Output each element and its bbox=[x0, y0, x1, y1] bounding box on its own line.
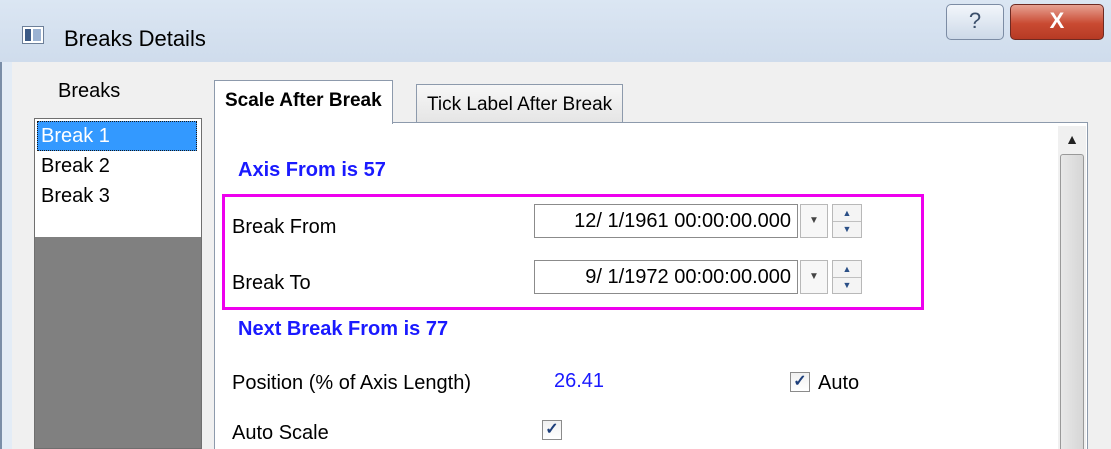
scroll-up-arrow-icon[interactable]: ▲ bbox=[1058, 126, 1086, 152]
close-button[interactable]: X bbox=[1010, 4, 1104, 40]
position-label: Position (% of Axis Length) bbox=[232, 372, 472, 394]
breaks-list[interactable]: Break 1 Break 2 Break 3 bbox=[34, 118, 202, 449]
tab-tick-label-after-break[interactable]: Tick Label After Break bbox=[416, 84, 624, 124]
tab-scale-after-break[interactable]: Scale After Break bbox=[214, 80, 393, 124]
auto-scale-label: Auto Scale bbox=[232, 422, 329, 444]
window-icon bbox=[22, 26, 44, 44]
breaks-header: Breaks bbox=[58, 80, 121, 102]
highlight-box bbox=[222, 194, 924, 310]
title-bar[interactable]: Breaks Details ? X bbox=[0, 0, 1111, 62]
axis-from-info: Axis From is 57 bbox=[238, 159, 386, 181]
list-item-break-3[interactable]: Break 3 bbox=[37, 181, 197, 211]
scrollbar-thumb[interactable] bbox=[1060, 154, 1084, 449]
auto-position-checkbox[interactable]: ✓ bbox=[790, 372, 810, 392]
window-border bbox=[0, 0, 2, 449]
list-item-break-2[interactable]: Break 2 bbox=[37, 151, 197, 181]
help-button[interactable]: ? bbox=[946, 4, 1004, 40]
dialog-window: Breaks Details ? X Breaks Break 1 Break … bbox=[0, 0, 1111, 449]
list-item-break-1[interactable]: Break 1 bbox=[37, 121, 197, 151]
window-title: Breaks Details bbox=[64, 26, 206, 51]
next-break-from-info: Next Break From is 77 bbox=[238, 318, 449, 340]
auto-scale-checkbox[interactable]: ✓ bbox=[542, 420, 562, 440]
position-value[interactable]: 26.41 bbox=[554, 370, 604, 393]
auto-position-label: Auto bbox=[818, 372, 860, 394]
